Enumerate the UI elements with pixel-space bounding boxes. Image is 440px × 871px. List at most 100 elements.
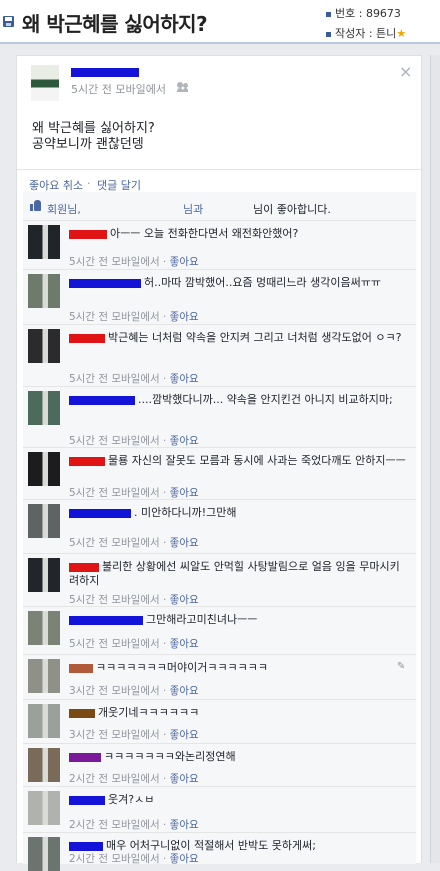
- comment-like-button[interactable]: 좋아요: [170, 685, 199, 697]
- comment-time[interactable]: 2시간 전 모바일에서: [69, 819, 160, 831]
- commenter-avatar[interactable]: [28, 391, 60, 425]
- commenter-name-redaction[interactable]: [69, 278, 141, 288]
- comment-body: 웃겨?ㅅㅂ: [108, 793, 155, 806]
- commenter-name-redaction[interactable]: [69, 456, 105, 466]
- commenter-avatar[interactable]: [28, 225, 60, 259]
- comment-text: ㅋㅋㅋㅋㅋㅋㅋ와논리정연해: [69, 750, 407, 764]
- comment-time[interactable]: 5시간 전 모바일에서: [69, 638, 160, 650]
- author-avatar[interactable]: [31, 65, 59, 101]
- commenter-avatar[interactable]: [28, 504, 60, 538]
- comment-like-button[interactable]: 좋아요: [170, 311, 199, 323]
- comment-time[interactable]: 2시간 전 모바일에서: [69, 773, 160, 785]
- like-name-self[interactable]: 회원님,: [47, 201, 81, 217]
- page-edge: [430, 55, 440, 863]
- comment-text: . 미안하다니까!그만해: [69, 506, 407, 520]
- commenter-avatar[interactable]: [28, 791, 60, 825]
- comment-item: 박근혜는 너처럼 약속을 안지켜 그리고 너처럼 생각도없어 ㅇㅋ? 5시간 전 …: [23, 324, 416, 387]
- bullet-icon: [326, 11, 331, 17]
- comment-body: ㅋㅋㅋㅋㅋㅋㅋ와논리정연해: [104, 750, 236, 763]
- post-title: 왜 박근혜를 싫어하지?: [22, 12, 208, 36]
- comment-like-button[interactable]: 좋아요: [170, 256, 199, 268]
- comment-item: 불리한 상황에선 씨알도 안먹힐 사탕발림으로 얼음 잉을 무마시키려하지 5시간…: [23, 553, 416, 607]
- comment-like-button[interactable]: 좋아요: [170, 773, 199, 785]
- comment-like-button[interactable]: 좋아요: [170, 819, 199, 831]
- commenter-name-redaction[interactable]: [69, 395, 135, 405]
- friends-icon: [177, 82, 189, 92]
- post-author: 작성자 : 튼니★: [326, 25, 406, 41]
- comment-like-button[interactable]: 좋아요: [170, 373, 199, 385]
- meta-separator: ·: [159, 537, 170, 549]
- comment-text: 웃겨?ㅅㅂ: [69, 793, 407, 807]
- likes-summary: 회원님, 님과 님이 좋아합니다.: [23, 192, 416, 221]
- commenter-name-redaction[interactable]: [69, 562, 99, 572]
- comment-meta: 2시간 전 모바일에서 · 좋아요: [69, 771, 199, 786]
- comment-like-button[interactable]: 좋아요: [170, 487, 199, 499]
- commenter-avatar[interactable]: [28, 748, 60, 782]
- comment-like-button[interactable]: 좋아요: [170, 729, 199, 741]
- comment-like-button[interactable]: 좋아요: [170, 853, 199, 865]
- action-separator: ·: [87, 177, 91, 190]
- commenter-name-redaction[interactable]: [69, 508, 131, 518]
- commenter-avatar[interactable]: [28, 452, 60, 486]
- comment-item: ㅋㅋㅋㅋㅋㅋㅋ와논리정연해 2시간 전 모바일에서 · 좋아요: [23, 743, 416, 787]
- commenter-name-redaction[interactable]: [69, 333, 105, 343]
- star-icon: ★: [396, 27, 407, 40]
- comment-like-button[interactable]: 좋아요: [170, 435, 199, 447]
- meta-separator: ·: [159, 729, 170, 741]
- author-name-redaction[interactable]: [71, 68, 139, 77]
- commenter-name-redaction[interactable]: [69, 841, 103, 851]
- comment-like-button[interactable]: 좋아요: [170, 537, 199, 549]
- commenter-avatar[interactable]: [28, 704, 60, 738]
- commenter-avatar[interactable]: [28, 329, 60, 363]
- comment-time[interactable]: 3시간 전 모바일에서: [69, 685, 160, 697]
- comment-meta: 5시간 전 모바일에서 · 좋아요: [69, 433, 199, 448]
- commenter-name-redaction[interactable]: [69, 752, 101, 762]
- post-action-bar: 좋아요 취소 · 댓글 달기: [17, 169, 421, 193]
- post-number: 번호 : 89673: [326, 5, 401, 21]
- meta-separator: ·: [159, 773, 170, 785]
- meta-separator: ·: [159, 311, 170, 323]
- unlike-button[interactable]: 좋아요 취소: [29, 177, 83, 193]
- comment-time[interactable]: 2시간 전 모바일에서: [69, 853, 160, 865]
- comments-section: 회원님, 님과 님이 좋아합니다. 아ㅡㅡ 오늘 전화한다면서 왜전화안했어? 5…: [23, 192, 416, 871]
- commenter-name-redaction[interactable]: [69, 615, 143, 625]
- comment-time[interactable]: 5시간 전 모바일에서: [69, 537, 160, 549]
- comment-button[interactable]: 댓글 달기: [97, 177, 141, 193]
- commenter-name-redaction[interactable]: [69, 708, 95, 718]
- close-icon[interactable]: ×: [399, 62, 412, 81]
- comment-text: 박근혜는 너처럼 약속을 안지켜 그리고 너처럼 생각도없어 ㅇㅋ?: [69, 331, 407, 345]
- post-time[interactable]: 5시간 전 모바일에서: [71, 81, 166, 97]
- comment-like-button[interactable]: 좋아요: [170, 594, 199, 606]
- comment-time[interactable]: 3시간 전 모바일에서: [69, 729, 160, 741]
- like-name-friend[interactable]: 님과: [183, 201, 203, 217]
- comment-item: 개웃기네ㅋㅋㅋㅋㅋㅋ 3시간 전 모바일에서 · 좋아요: [23, 699, 416, 744]
- comment-item: 물룡 자신의 잘못도 모름과 동시에 사과는 죽었다깨도 안하지ㅡㅡ 5시간 전 …: [23, 447, 416, 500]
- commenter-avatar[interactable]: [28, 274, 60, 308]
- comment-time[interactable]: 5시간 전 모바일에서: [69, 487, 160, 499]
- commenter-name-redaction[interactable]: [69, 229, 107, 239]
- commenter-avatar[interactable]: [28, 659, 60, 693]
- commenter-name-redaction[interactable]: [69, 663, 93, 673]
- comment-like-button[interactable]: 좋아요: [170, 638, 199, 650]
- edit-pencil-icon[interactable]: ✎: [397, 661, 405, 672]
- save-icon[interactable]: [3, 16, 14, 27]
- comment-time[interactable]: 5시간 전 모바일에서: [69, 373, 160, 385]
- commenter-avatar[interactable]: [28, 837, 60, 871]
- comment-time[interactable]: 5시간 전 모바일에서: [69, 256, 160, 268]
- post-body: 왜 박근혜를 싫어하지? 공약보니까 괜찮던뎅: [32, 121, 155, 153]
- comment-body: 허..마따 깜박했어..요즘 멍때리느라 생각이음써ㅠㅠ: [144, 276, 381, 289]
- comment-time[interactable]: 5시간 전 모바일에서: [69, 311, 160, 323]
- commenter-avatar[interactable]: [28, 558, 60, 592]
- likes-suffix: 님이 좋아합니다.: [253, 203, 331, 216]
- comment-body: 개웃기네ㅋㅋㅋㅋㅋㅋ: [98, 706, 200, 719]
- comment-time[interactable]: 5시간 전 모바일에서: [69, 435, 160, 447]
- post-body-line: 공약보니까 괜찮던뎅: [32, 137, 144, 152]
- commenter-avatar[interactable]: [28, 611, 60, 645]
- comment-time[interactable]: 5시간 전 모바일에서: [69, 594, 160, 606]
- meta-separator: ·: [159, 487, 170, 499]
- comment-body: 그만해라고미친녀나ㅡㅡ: [146, 613, 258, 626]
- commenter-name-redaction[interactable]: [69, 795, 105, 805]
- meta-separator: ·: [159, 638, 170, 650]
- meta-separator: ·: [159, 853, 170, 865]
- comment-meta: 2시간 전 모바일에서 · 좋아요: [69, 817, 199, 832]
